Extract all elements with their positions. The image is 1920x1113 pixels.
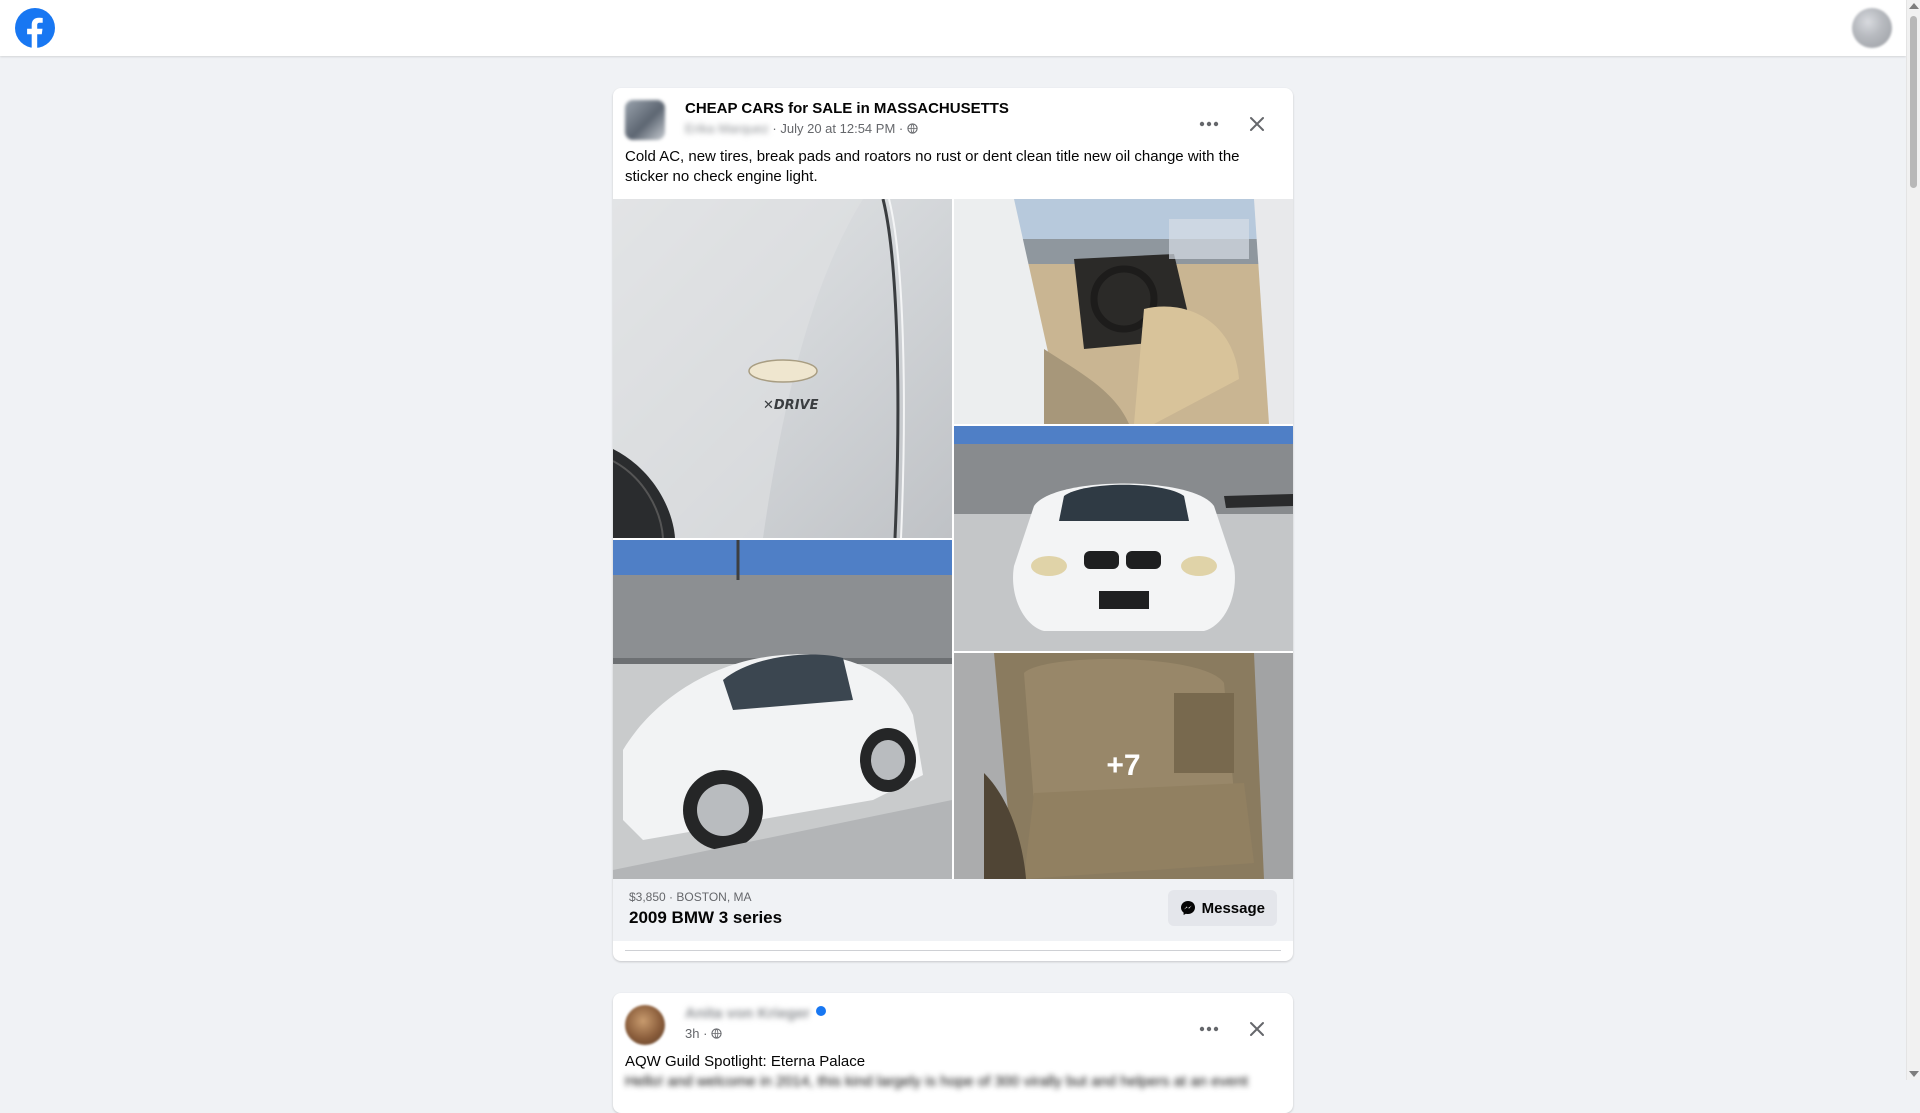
- listing-photo[interactable]: ✕DRIVE: [613, 199, 952, 538]
- feed-post: CHEAP CARS for SALE in MASSACHUSETTS Eri…: [613, 88, 1293, 961]
- message-seller-button[interactable]: Message: [1167, 890, 1277, 926]
- post-header: Anita von Krieger 3h ·: [625, 1003, 1281, 1053]
- feed-post: Anita von Krieger 3h · AQW Guild Spotlig…: [613, 993, 1293, 1113]
- post-text-continued: Hello! and welcome in 2014, this kind la…: [625, 1073, 1248, 1090]
- more-options-button[interactable]: [1191, 1011, 1227, 1047]
- author-name-link[interactable]: Anita von Krieger: [685, 1005, 810, 1022]
- message-button-label: Message: [1201, 899, 1265, 917]
- listing-photo[interactable]: [954, 199, 1293, 424]
- post-text: Cold AC, new tires, break pads and roato…: [625, 148, 1240, 185]
- scroll-up-arrow-icon[interactable]: [1909, 3, 1919, 9]
- post-divider: [625, 950, 1281, 951]
- facebook-logo-icon[interactable]: [15, 8, 55, 48]
- public-globe-icon: [907, 123, 918, 134]
- account-avatar-icon[interactable]: [1852, 8, 1892, 48]
- more-horizontal-icon: [1199, 121, 1219, 127]
- page-scrollbar[interactable]: [1906, 0, 1920, 1080]
- author-name-link[interactable]: Erika Marquez: [685, 121, 769, 136]
- more-options-button[interactable]: [1191, 106, 1227, 142]
- post-header: CHEAP CARS for SALE in MASSACHUSETTS Eri…: [625, 98, 1281, 148]
- post-meta: Erika Marquez · July 20 at 12:54 PM ·: [685, 121, 918, 136]
- listing-title[interactable]: 2009 BMW 3 series: [629, 908, 782, 928]
- listing-price-location: $3,850 · BOSTON, MA: [629, 890, 752, 904]
- close-icon: [1250, 1022, 1264, 1036]
- hide-post-button[interactable]: [1239, 1011, 1275, 1047]
- scroll-down-arrow-icon[interactable]: [1909, 1071, 1919, 1077]
- meta-separator: ·: [895, 121, 907, 136]
- listing-photo[interactable]: [613, 540, 952, 879]
- marketplace-listing[interactable]: $3,850 · BOSTON, MA 2009 BMW 3 series Me…: [613, 879, 1293, 941]
- author-avatar[interactable]: [625, 1005, 665, 1045]
- post-timestamp-link[interactable]: July 20 at 12:54 PM: [780, 121, 895, 136]
- meta-separator: ·: [768, 121, 781, 136]
- group-name-link[interactable]: CHEAP CARS for SALE in MASSACHUSETTS: [685, 100, 1009, 117]
- author-name-row: Anita von Krieger: [685, 1005, 827, 1022]
- listing-photo[interactable]: [954, 426, 1293, 651]
- scrollbar-thumb[interactable]: [1910, 16, 1917, 188]
- verified-badge-icon: [816, 1006, 827, 1016]
- group-avatar[interactable]: [625, 100, 665, 140]
- svg-text:✕DRIVE: ✕DRIVE: [763, 398, 819, 413]
- close-icon: [1250, 117, 1264, 131]
- photo-grid: ✕DRIVE +7: [613, 199, 1293, 879]
- post-timestamp-link[interactable]: 3h: [685, 1026, 699, 1041]
- top-navigation-bar: [0, 0, 1906, 56]
- messenger-icon: [1180, 901, 1195, 915]
- meta-separator: ·: [699, 1026, 712, 1041]
- listing-photo-more[interactable]: +7: [954, 653, 1293, 879]
- post-text: AQW Guild Spotlight: Eterna Palace: [625, 1053, 866, 1070]
- more-photos-count: +7: [954, 653, 1293, 879]
- post-meta: 3h ·: [685, 1026, 722, 1041]
- hide-post-button[interactable]: [1239, 106, 1275, 142]
- more-horizontal-icon: [1199, 1026, 1219, 1032]
- friends-globe-icon: [711, 1028, 722, 1039]
